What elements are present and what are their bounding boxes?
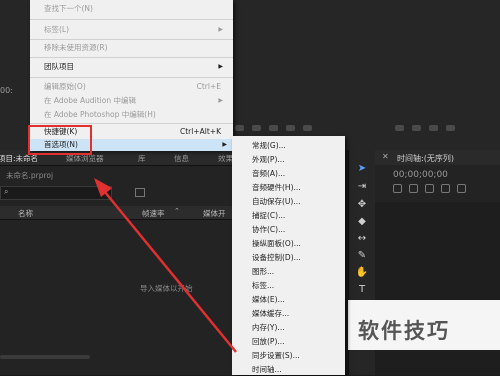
arrow-head: [94, 178, 112, 197]
arrow-shaft: [99, 185, 237, 353]
annotation-arrow: [94, 178, 237, 353]
